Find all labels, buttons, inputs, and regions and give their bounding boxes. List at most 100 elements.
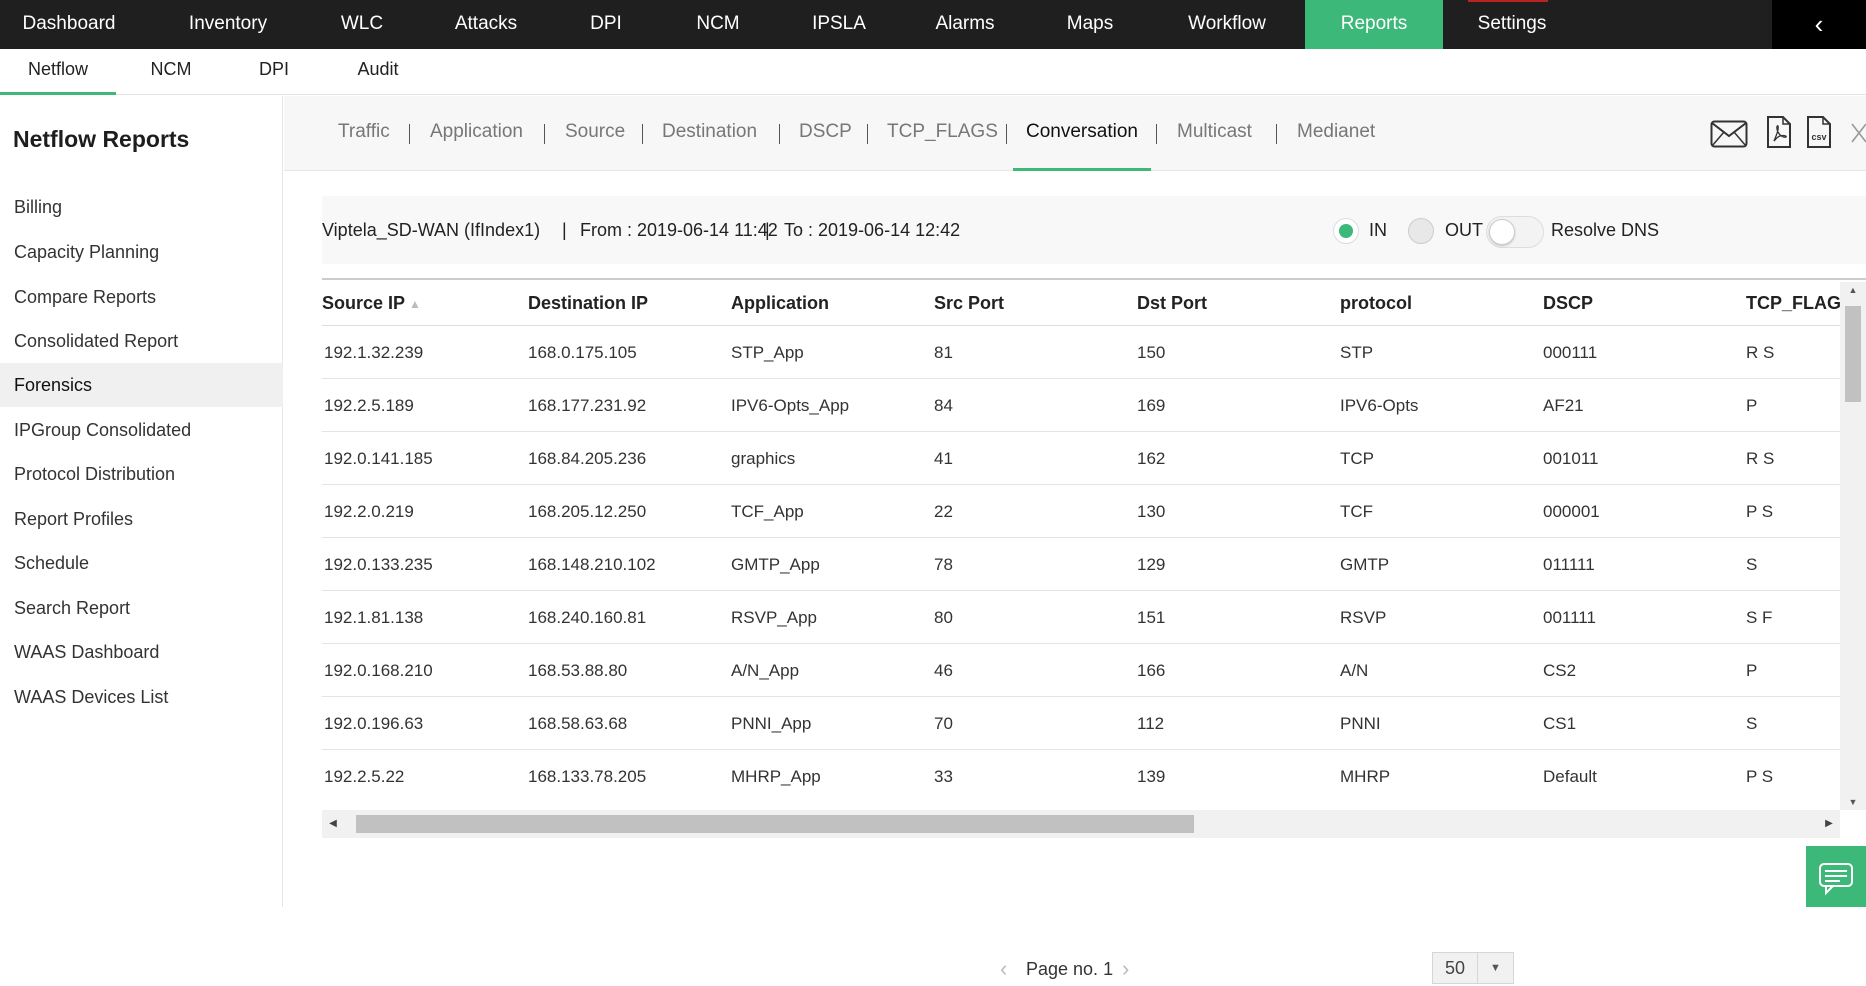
column-header-protocol[interactable]: protocol	[1340, 280, 1412, 326]
table-row[interactable]: 192.2.5.189 168.177.231.92 IPV6-Opts_App 84…	[322, 379, 1866, 432]
nav-inventory[interactable]: Inventory	[162, 0, 294, 49]
nav-settings[interactable]: Settings	[1456, 0, 1568, 49]
sidebar-item-waas-dashboard[interactable]: WAAS Dashboard	[0, 630, 283, 674]
chat-support-button[interactable]	[1806, 846, 1866, 907]
sidebar-item-ipgroup-consolidated[interactable]: IPGroup Consolidated	[0, 408, 283, 452]
resolve-dns-label: Resolve DNS	[1551, 220, 1660, 240]
cell-destination-ip: 168.0.175.105	[528, 343, 637, 362]
column-header-source-ip[interactable]: Source IP ▲	[322, 280, 421, 326]
cell-protocol: TCF	[1340, 502, 1374, 521]
nav-reports[interactable]: Reports	[1305, 0, 1443, 49]
nav-wlc[interactable]: WLC	[318, 0, 406, 49]
nav-ipsla[interactable]: IPSLA	[790, 0, 888, 49]
sidebar-item-search-report[interactable]: Search Report	[0, 586, 283, 630]
table-row[interactable]: 192.0.168.210 168.53.88.80 A/N_App 46 166 A/N…	[322, 644, 1866, 697]
nav-workflow[interactable]: Workflow	[1162, 0, 1292, 49]
mail-icon[interactable]	[1710, 118, 1748, 150]
cell-dst-port: 139	[1137, 767, 1166, 786]
horizontal-scroll-thumb[interactable]	[356, 815, 1194, 833]
nav-maps[interactable]: Maps	[1042, 0, 1138, 49]
pdf-icon[interactable]	[1766, 116, 1792, 148]
tab-tcp-flags[interactable]: TCP_FLAGS	[887, 96, 998, 171]
column-header-application[interactable]: Application	[731, 280, 829, 326]
collapse-chevron-left-icon[interactable]: ‹	[1772, 0, 1866, 49]
tab-conversation[interactable]: Conversation	[1013, 96, 1151, 171]
cell-destination-ip: 168.58.63.68	[528, 714, 628, 733]
table-row[interactable]: 192.1.81.138 168.240.160.81 RSVP_App 80 151 R…	[322, 591, 1866, 644]
subnav-dpi[interactable]: DPI	[246, 49, 302, 95]
column-header-src-port[interactable]: Src Port	[934, 280, 1004, 326]
table-row[interactable]: 192.0.141.185 168.84.205.236 graphics 41 162…	[322, 432, 1866, 485]
tab-traffic[interactable]: Traffic	[338, 96, 390, 171]
cell-application: A/N_App	[731, 661, 800, 680]
cell-application: MHRP_App	[731, 767, 821, 786]
tab-destination[interactable]: Destination	[662, 96, 757, 171]
time-to: To : 2019-06-14 12:42	[784, 220, 961, 240]
scroll-up-arrow-icon[interactable]: ▲	[1840, 282, 1866, 298]
tab-dscp[interactable]: DSCP	[799, 96, 852, 171]
sidebar-item-waas-devices-list[interactable]: WAAS Devices List	[0, 675, 283, 719]
cell-destination-ip: 168.240.160.81	[528, 608, 647, 627]
scroll-right-arrow-icon[interactable]: ▶	[1818, 810, 1840, 838]
column-header-tcp-flags[interactable]: TCP_FLAGS	[1746, 280, 1853, 326]
sidebar-item-schedule[interactable]: Schedule	[0, 541, 283, 585]
tab-separator	[867, 124, 868, 144]
subnav-audit[interactable]: Audit	[342, 49, 414, 95]
sidebar-item-capacity-planning[interactable]: Capacity Planning	[0, 230, 283, 274]
scroll-left-arrow-icon[interactable]: ◀	[322, 810, 344, 838]
prev-page-chevron-icon[interactable]: ‹	[1000, 956, 1007, 982]
tab-multicast[interactable]: Multicast	[1177, 96, 1252, 171]
next-page-chevron-icon[interactable]: ›	[1122, 956, 1129, 982]
vertical-scrollbar[interactable]: ▲ ▼	[1840, 282, 1866, 810]
table-row[interactable]: 192.1.32.239 168.0.175.105 STP_App 81 150 STP…	[322, 326, 1866, 379]
dropdown-caret-icon[interactable]: ▼	[1477, 953, 1513, 983]
column-header-destination-ip[interactable]: Destination IP	[528, 280, 648, 326]
column-header-dscp[interactable]: DSCP	[1543, 280, 1593, 326]
sidebar-item-consolidated-report[interactable]: Consolidated Report	[0, 319, 283, 363]
nav-dpi[interactable]: DPI	[566, 0, 646, 49]
sidebar-item-protocol-distribution[interactable]: Protocol Distribution	[0, 452, 283, 496]
sidebar-item-compare-reports[interactable]: Compare Reports	[0, 275, 283, 319]
csv-icon[interactable]: csv	[1806, 116, 1832, 148]
cell-dst-port: 150	[1137, 343, 1166, 362]
table-row[interactable]: 192.2.0.219 168.205.12.250 TCF_App 22 130 TCF…	[322, 485, 1866, 538]
horizontal-scrollbar[interactable]: ◀ ▶	[322, 810, 1840, 838]
column-header-dst-port[interactable]: Dst Port	[1137, 280, 1207, 326]
chat-icon	[1819, 863, 1853, 896]
cell-dscp: 000001	[1543, 502, 1600, 521]
cell-dscp: CS2	[1543, 661, 1577, 680]
cell-dscp: 011111	[1543, 555, 1595, 574]
direction-in-label: IN	[1369, 220, 1387, 240]
table-row[interactable]: 192.0.133.235 168.148.210.102 GMTP_App 78 12…	[322, 538, 1866, 591]
sidebar-item-billing[interactable]: Billing	[0, 185, 283, 229]
page-size-select[interactable]: 50 ▼	[1432, 952, 1514, 984]
nav-ncm[interactable]: NCM	[670, 0, 766, 49]
info-separator: |	[765, 220, 770, 240]
csv-icon-label: csv	[1811, 132, 1826, 142]
resolve-dns-toggle[interactable]	[1486, 216, 1544, 248]
sort-icon[interactable]: ▲	[409, 281, 421, 327]
tab-application[interactable]: Application	[430, 96, 523, 171]
cell-tcp-flags: S	[1746, 555, 1758, 574]
close-icon[interactable]	[1850, 122, 1866, 144]
cell-destination-ip: 168.205.12.250	[528, 502, 647, 521]
sidebar-item-forensics[interactable]: Forensics	[0, 363, 283, 407]
nav-dashboard[interactable]: Dashboard	[0, 0, 138, 49]
direction-in-radio[interactable]	[1333, 218, 1359, 244]
table-row[interactable]: 192.2.5.22 168.133.78.205 MHRP_App 33 139 MHR…	[322, 750, 1866, 802]
nav-alarms[interactable]: Alarms	[912, 0, 1018, 49]
nav-attacks[interactable]: Attacks	[430, 0, 542, 49]
tab-source[interactable]: Source	[565, 96, 625, 171]
scroll-down-arrow-icon[interactable]: ▼	[1840, 794, 1866, 810]
cell-src-port: 84	[934, 396, 953, 415]
tab-medianet[interactable]: Medianet	[1297, 96, 1375, 171]
table-row[interactable]: 192.0.196.63 168.58.63.68 PNNI_App 70 112 PNN…	[322, 697, 1866, 750]
subnav-netflow[interactable]: Netflow	[0, 49, 116, 95]
cell-destination-ip: 168.53.88.80	[528, 661, 628, 680]
direction-out-radio[interactable]	[1408, 218, 1434, 244]
sidebar-item-report-profiles[interactable]: Report Profiles	[0, 497, 283, 541]
cell-tcp-flags: R S	[1746, 449, 1775, 468]
conversation-table: Source IP ▲ Destination IP Application Sr…	[322, 278, 1866, 802]
vertical-scroll-thumb[interactable]	[1845, 306, 1861, 402]
subnav-ncm[interactable]: NCM	[136, 49, 206, 95]
